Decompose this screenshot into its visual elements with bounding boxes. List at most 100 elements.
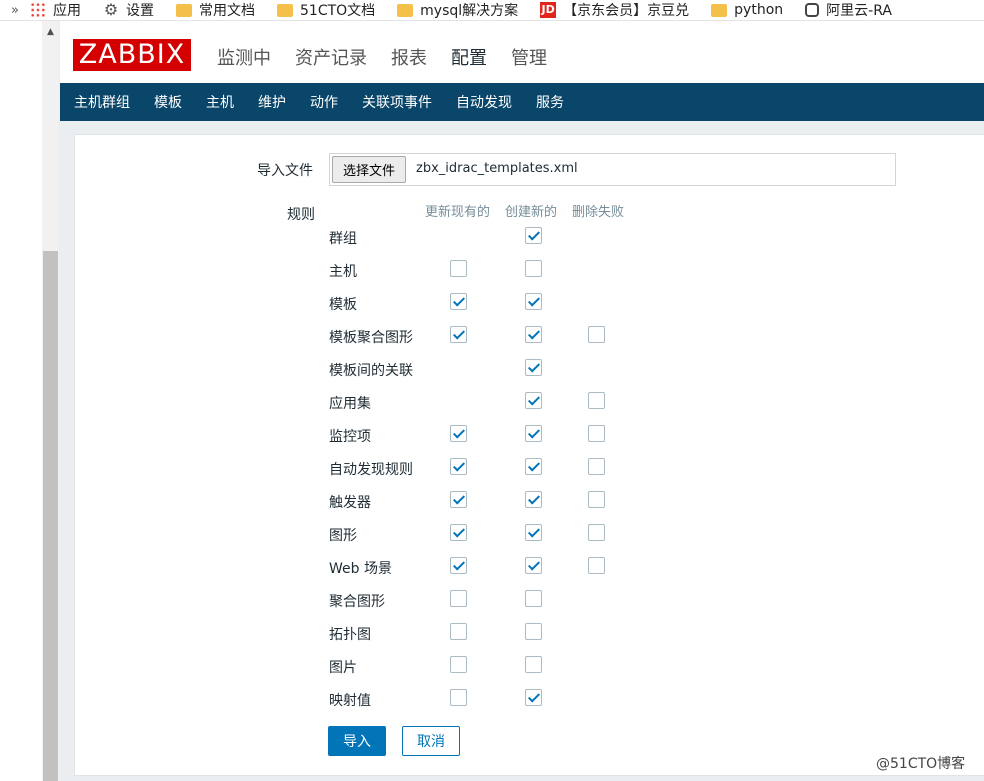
- selected-file-name: zbx_idrac_templates.xml: [416, 161, 578, 176]
- rule-label: 触发器: [329, 495, 371, 511]
- cancel-button[interactable]: 取消: [402, 726, 460, 756]
- rule-label: 聚合图形: [329, 594, 385, 610]
- create-new-checkbox[interactable]: [525, 524, 542, 541]
- rule-label: 模板聚合图形: [329, 330, 413, 346]
- create-new-checkbox[interactable]: [525, 590, 542, 607]
- create-new-checkbox[interactable]: [525, 557, 542, 574]
- create-new-checkbox[interactable]: [525, 425, 542, 442]
- bookmark-mysql[interactable]: mysql解决方案: [397, 0, 518, 20]
- zabbix-logo[interactable]: ZABBIX: [73, 39, 191, 71]
- bookmark-label: python: [734, 2, 784, 18]
- delete-missing-checkbox[interactable]: [588, 425, 605, 442]
- folder-icon: [711, 3, 728, 17]
- create-new-checkbox[interactable]: [525, 326, 542, 343]
- bookmark-common-docs[interactable]: 常用文档: [176, 0, 255, 20]
- menu-configuration[interactable]: 配置: [451, 44, 487, 94]
- choose-file-button[interactable]: 选择文件: [332, 156, 407, 183]
- subnav-event-correlation[interactable]: 关联项事件: [362, 92, 432, 112]
- update-existing-checkbox[interactable]: [450, 491, 467, 508]
- link-icon: [805, 3, 820, 17]
- bookmark-settings[interactable]: ⚙ 设置: [103, 0, 154, 20]
- create-new-checkbox[interactable]: [525, 359, 542, 376]
- col-header-create-new: 创建新的: [505, 205, 558, 220]
- vertical-scrollbar[interactable]: ▲: [42, 21, 59, 781]
- update-existing-checkbox[interactable]: [450, 524, 467, 541]
- rule-label: 图片: [329, 660, 357, 676]
- create-new-checkbox[interactable]: [525, 623, 542, 640]
- rule-label: 模板: [329, 297, 357, 313]
- bookmark-label: 应用: [53, 3, 81, 19]
- create-new-checkbox[interactable]: [525, 491, 542, 508]
- update-existing-checkbox[interactable]: [450, 689, 467, 706]
- rule-label: 模板间的关联: [329, 363, 413, 379]
- delete-missing-checkbox[interactable]: [588, 326, 605, 343]
- sub-navigation: 主机群组 模板 主机 维护 动作 关联项事件 自动发现 服务: [60, 83, 984, 121]
- rules-label: 规则: [287, 207, 315, 223]
- import-form-panel: 导入文件 选择文件 zbx_idrac_templates.xml 规则 更新现…: [74, 134, 984, 776]
- bookmark-label: 阿里云-RA: [826, 3, 892, 19]
- bookmark-label: 设置: [126, 3, 154, 19]
- watermark: @51CTO博客: [876, 756, 966, 772]
- create-new-checkbox[interactable]: [525, 392, 542, 409]
- update-existing-checkbox[interactable]: [450, 656, 467, 673]
- create-new-checkbox[interactable]: [525, 656, 542, 673]
- apps-icon: [30, 2, 46, 18]
- folder-icon: [277, 3, 293, 17]
- update-existing-checkbox[interactable]: [450, 425, 467, 442]
- bookmark-python[interactable]: python: [711, 2, 783, 18]
- jd-icon: JD: [540, 2, 557, 18]
- menu-monitoring[interactable]: 监测中: [217, 44, 271, 70]
- subnav-services[interactable]: 服务: [536, 92, 564, 112]
- subnav-templates[interactable]: 模板: [154, 92, 182, 112]
- left-sidebar: [0, 21, 42, 781]
- folder-icon: [176, 3, 192, 17]
- rule-label: 图形: [329, 528, 357, 544]
- update-existing-checkbox[interactable]: [450, 293, 467, 310]
- bookmark-label: 常用文档: [199, 3, 255, 19]
- bookmarks-bar: » 应用 ⚙ 设置 常用文档 51CTO文档 mysql解决方案 JD 【京东会…: [0, 0, 984, 21]
- gear-icon: ⚙: [103, 0, 119, 19]
- update-existing-checkbox[interactable]: [450, 557, 467, 574]
- bookmarks-more-button[interactable]: »: [0, 3, 30, 18]
- create-new-checkbox[interactable]: [525, 293, 542, 310]
- rule-label: 监控项: [329, 429, 371, 445]
- menu-administration[interactable]: 管理: [511, 44, 547, 70]
- col-header-update-existing: 更新现有的: [425, 205, 491, 220]
- menu-reports[interactable]: 报表: [391, 44, 427, 70]
- subnav-discovery[interactable]: 自动发现: [456, 92, 512, 112]
- subnav-actions[interactable]: 动作: [310, 92, 338, 112]
- create-new-checkbox[interactable]: [525, 458, 542, 475]
- subnav-host-groups[interactable]: 主机群组: [74, 92, 130, 112]
- scroll-up-arrow-icon[interactable]: ▲: [42, 27, 59, 37]
- scrollbar-thumb[interactable]: [43, 251, 58, 781]
- delete-missing-checkbox[interactable]: [588, 392, 605, 409]
- rule-label: 应用集: [329, 396, 371, 412]
- rule-label: 映射值: [329, 693, 371, 709]
- update-existing-checkbox[interactable]: [450, 326, 467, 343]
- bookmark-51cto-docs[interactable]: 51CTO文档: [277, 0, 375, 20]
- create-new-checkbox[interactable]: [525, 689, 542, 706]
- subnav-hosts[interactable]: 主机: [206, 92, 234, 112]
- bookmark-label: mysql解决方案: [420, 3, 519, 19]
- update-existing-checkbox[interactable]: [450, 623, 467, 640]
- file-input[interactable]: 选择文件 zbx_idrac_templates.xml: [329, 153, 896, 186]
- main-menu: 监测中 资产记录 报表 配置 管理: [217, 44, 571, 94]
- bookmark-jd[interactable]: JD 【京东会员】京豆兑: [540, 0, 689, 20]
- rule-label: 拓扑图: [329, 627, 371, 643]
- delete-missing-checkbox[interactable]: [588, 524, 605, 541]
- menu-inventory[interactable]: 资产记录: [295, 44, 367, 70]
- delete-missing-checkbox[interactable]: [588, 557, 605, 574]
- import-file-label: 导入文件: [257, 163, 313, 179]
- create-new-checkbox[interactable]: [525, 227, 542, 244]
- bookmark-apps[interactable]: 应用: [30, 0, 81, 20]
- rule-label: Web 场景: [329, 561, 392, 577]
- import-button[interactable]: 导入: [328, 726, 386, 756]
- delete-missing-checkbox[interactable]: [588, 458, 605, 475]
- create-new-checkbox[interactable]: [525, 260, 542, 277]
- delete-missing-checkbox[interactable]: [588, 491, 605, 508]
- subnav-maintenance[interactable]: 维护: [258, 92, 286, 112]
- update-existing-checkbox[interactable]: [450, 590, 467, 607]
- update-existing-checkbox[interactable]: [450, 458, 467, 475]
- bookmark-aliyun[interactable]: 阿里云-RA: [805, 0, 892, 20]
- update-existing-checkbox[interactable]: [450, 260, 467, 277]
